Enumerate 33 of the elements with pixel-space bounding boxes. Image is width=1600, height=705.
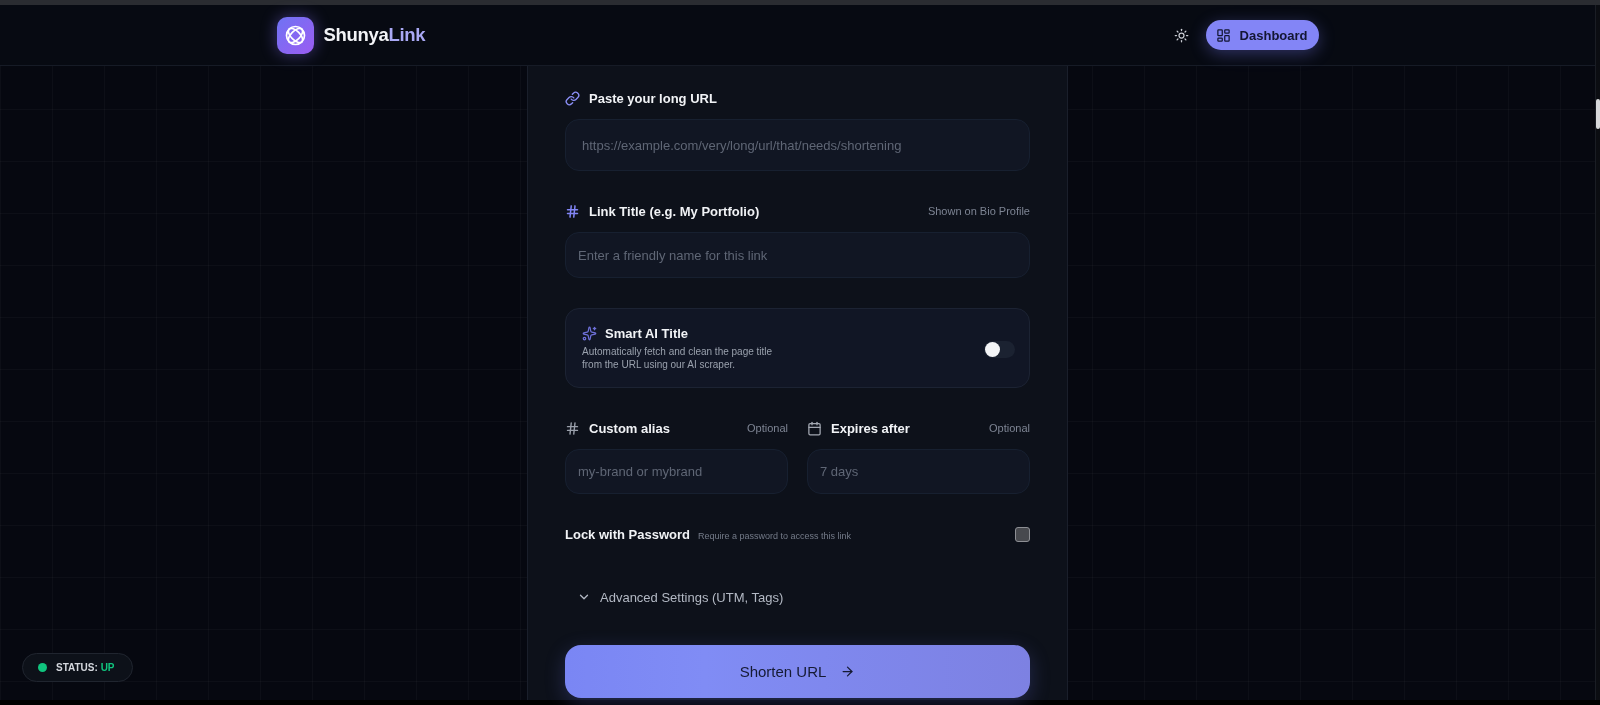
password-lock-label: Lock with Password [565,526,690,542]
expiry-input-field[interactable]: 7 days [807,449,1030,494]
calendar-icon [807,420,822,436]
url-input-field[interactable]: https://example.com/very/long/url/that/needs/shortening [565,119,1030,171]
alias-input-field[interactable]: my-brand or mybrand [565,449,788,494]
title-input-field[interactable]: Enter a friendly name for this link [565,232,1030,278]
hash-icon [565,420,580,436]
dashboard-button[interactable]: Dashboard [1205,20,1319,50]
status-text: STATUS: UP [56,662,115,673]
brand-name: ShunyaLink [323,24,426,46]
hash-icon [565,203,580,219]
field-hint: Optional [989,422,1030,434]
field-hint: Optional [747,422,788,434]
toggle-switch[interactable] [984,340,1015,358]
theme-toggle-button[interactable] [1173,27,1190,43]
smart-ai-title: Smart AI Title [605,325,689,341]
arrow-right-icon [840,664,856,679]
field-label: Expires after [831,420,910,436]
password-lock-description: Require a password to access this link [698,530,852,541]
dashboard-icon [1215,27,1231,43]
smart-ai-description: Automatically fetch and clean the page title from the URL using our AI scraper. [582,344,774,371]
scrollbar-thumb[interactable] [1596,99,1600,129]
advanced-settings-toggle[interactable]: Advanced Settings (UTM, Tags) [565,589,784,605]
logo-icon [276,16,314,54]
shorten-url-button[interactable]: Shorten URL [565,645,1030,698]
field-label: Link Title (e.g. My Portfolio) [589,203,760,219]
sparkles-icon [582,325,597,341]
sun-icon [1174,27,1190,43]
password-checkbox[interactable] [1015,526,1030,542]
field-hint: Shown on Bio Profile [927,205,1030,217]
field-label: Custom alias [589,420,670,436]
field-label: Paste your long URL [589,90,717,106]
link-icon [565,90,580,106]
